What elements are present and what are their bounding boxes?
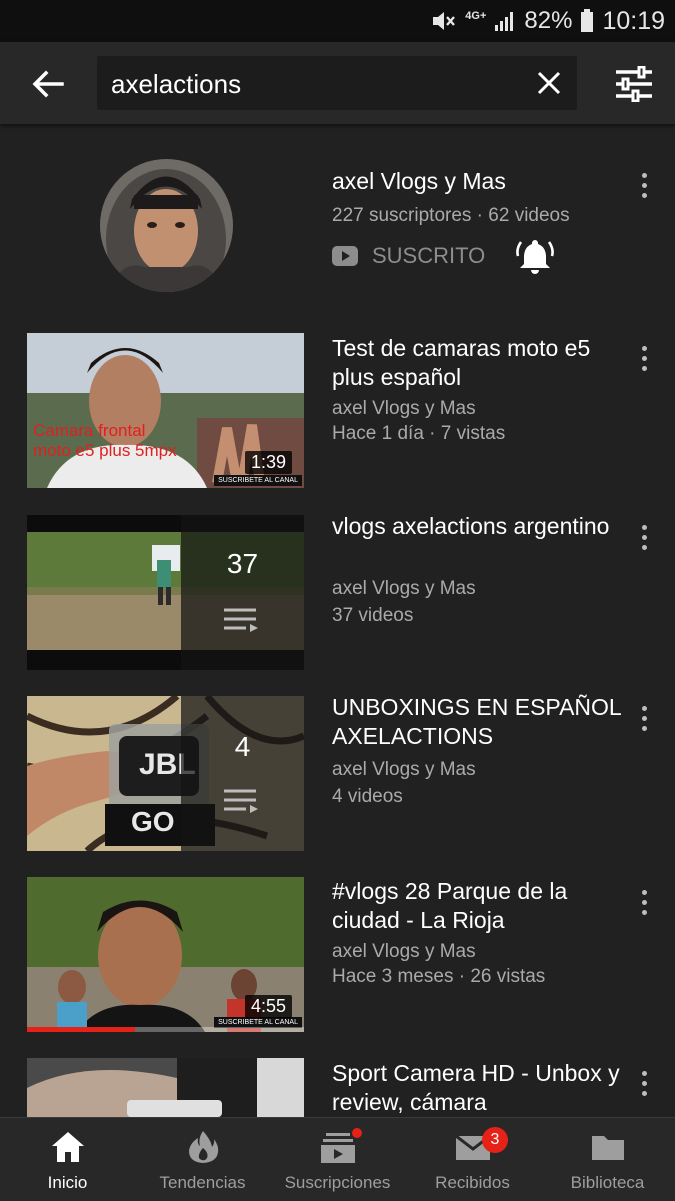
video-thumbnail[interactable]: Camara frontal moto e5 plus 5mpx SUSCRIB… — [27, 333, 304, 488]
search-input[interactable]: axelactions — [97, 56, 577, 110]
network-type-label: 4G+ — [465, 10, 487, 22]
playlist-icon — [224, 608, 258, 632]
subscribed-label: SUSCRITO — [372, 243, 486, 268]
video-title[interactable]: #vlogs 28 Parque de la ciudad - La Rioja — [332, 877, 622, 935]
watch-progress-fill — [27, 1027, 136, 1032]
battery-icon — [581, 9, 594, 32]
more-options-icon[interactable] — [636, 890, 652, 918]
video-title[interactable]: Sport Camera HD - Unbox y review, cámara — [332, 1059, 622, 1117]
youtube-icon — [332, 246, 358, 266]
signal-icon — [495, 12, 514, 31]
video-title[interactable]: Test de camaras moto e5 plus español — [332, 334, 622, 392]
playlist-meta: 37 videos — [332, 605, 414, 626]
video-duration: 4:55 — [244, 995, 292, 1018]
nav-home[interactable]: Inicio — [0, 1118, 135, 1201]
notification-bell-icon[interactable] — [515, 236, 555, 276]
video-duration: 1:39 — [244, 451, 292, 474]
status-bar: 4G+ 82% 10:19 — [0, 0, 675, 42]
nav-inbox[interactable]: 3 Recibidos — [405, 1118, 540, 1201]
more-options-icon[interactable] — [636, 346, 652, 374]
nav-subscriptions-label: Suscripciones — [284, 1173, 391, 1192]
more-options-icon[interactable] — [636, 706, 652, 734]
filter-icon[interactable] — [614, 66, 654, 102]
subscribed-button[interactable]: SUSCRITO — [332, 243, 485, 269]
playlist-channel: axel Vlogs y Mas — [332, 578, 476, 599]
nav-trending[interactable]: Tendencias — [135, 1118, 270, 1201]
video-meta: Hace 1 día · 7 vistas — [332, 423, 506, 444]
playlist-count: 4 — [234, 731, 251, 762]
more-options-icon[interactable] — [636, 1071, 652, 1099]
nav-inbox-label: Recibidos — [435, 1173, 510, 1192]
thumbnail-caption: Camara frontal moto e5 plus 5mpx — [33, 421, 177, 460]
mute-icon — [433, 12, 456, 30]
channel-name[interactable]: axel Vlogs y Mas — [332, 168, 506, 195]
playlist-channel: axel Vlogs y Mas — [332, 759, 476, 780]
nav-library[interactable]: Biblioteca — [540, 1118, 675, 1201]
more-options-icon[interactable] — [636, 525, 652, 553]
inbox-badge: 3 — [482, 1127, 508, 1153]
playlist-overlay: 4 — [181, 696, 304, 851]
close-icon[interactable] — [535, 69, 563, 97]
subscriptions-icon — [320, 1133, 355, 1163]
home-icon — [51, 1132, 84, 1162]
video-channel: axel Vlogs y Mas — [332, 398, 476, 419]
playlist-overlay: 37 — [181, 515, 304, 670]
bottom-navigation: Inicio Tendencias Suscripciones 3 Recibi… — [0, 1117, 675, 1201]
flame-icon — [188, 1131, 218, 1163]
playlist-title[interactable]: vlogs axelactions argentino — [332, 512, 622, 541]
video-channel: axel Vlogs y Mas — [332, 941, 476, 962]
playlist-count: 37 — [226, 548, 259, 579]
nav-home-label: Inicio — [47, 1173, 88, 1192]
nav-trending-label: Tendencias — [159, 1173, 246, 1192]
nav-subscriptions[interactable]: Suscripciones — [270, 1118, 405, 1201]
battery-percent: 82% — [524, 7, 573, 34]
channel-stats: 227 suscriptores · 62 videos — [332, 205, 570, 226]
playlist-icon — [224, 789, 258, 813]
playlist-title[interactable]: UNBOXINGS EN ESPAÑOL AXELACTIONS — [332, 693, 632, 751]
watch-progress-track — [27, 1027, 304, 1032]
playlist-meta: 4 videos — [332, 786, 403, 807]
channel-more-icon[interactable] — [636, 173, 652, 201]
video-thumbnail[interactable] — [27, 1058, 304, 1117]
video-meta: Hace 3 meses · 26 vistas — [332, 966, 546, 987]
back-arrow-icon[interactable] — [28, 64, 68, 104]
search-query-text[interactable]: axelactions — [111, 69, 241, 100]
search-header: axelactions — [0, 42, 675, 124]
clock: 10:19 — [602, 6, 665, 35]
nav-library-label: Biblioteca — [570, 1173, 645, 1192]
channel-avatar[interactable] — [100, 159, 233, 292]
thumbnail-word: GO — [131, 806, 175, 837]
new-content-dot — [352, 1128, 362, 1138]
thumbnail-banner: SUSCRIBETE AL CANAL — [214, 475, 302, 486]
video-thumbnail[interactable]: SUSCRIBETE AL CANAL 4:55 — [27, 877, 304, 1032]
playlist-thumbnail[interactable]: JBL GO 4 — [27, 696, 304, 851]
playlist-thumbnail[interactable]: 37 — [27, 515, 304, 670]
folder-icon — [591, 1136, 624, 1160]
